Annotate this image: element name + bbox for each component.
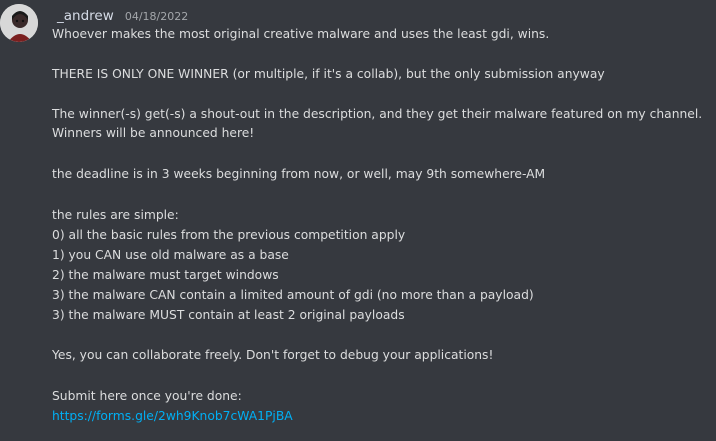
message-line: The winner(-s) get(-s) a shout-out in th… bbox=[52, 107, 703, 121]
form-link[interactable]: https://forms.gle/2wh9Knob7cWA1PjBA bbox=[52, 408, 293, 424]
message-header: _andrew 04/18/2022 bbox=[57, 5, 188, 24]
message-line: THERE IS ONLY ONE WINNER (or multiple, i… bbox=[52, 67, 605, 81]
message-line: 3) the malware CAN contain a limited amo… bbox=[52, 288, 534, 302]
message-line: Yes, you can collaborate freely. Don't f… bbox=[52, 348, 494, 362]
avatar[interactable] bbox=[0, 4, 38, 42]
chat-message: _andrew 04/18/2022 Whoever makes the mos… bbox=[0, 0, 716, 441]
message-line: 0) all the basic rules from the previous… bbox=[52, 228, 406, 242]
message-line: Whoever makes the most original creative… bbox=[52, 27, 550, 41]
message-line: Submit here once you're done: bbox=[52, 389, 242, 403]
message-line: Winners will be announced here! bbox=[52, 126, 255, 140]
username[interactable]: _andrew bbox=[57, 8, 114, 24]
message-line: 3) the malware MUST contain at least 2 o… bbox=[52, 308, 405, 322]
user-avatar-icon bbox=[0, 4, 38, 42]
message-line: the deadline is in 3 weeks beginning fro… bbox=[52, 167, 546, 181]
message-line: the rules are simple: bbox=[52, 208, 179, 222]
message-timestamp: 04/18/2022 bbox=[124, 10, 189, 23]
message-line: 1) you CAN use old malware as a base bbox=[52, 248, 289, 262]
message-line: 2) the malware must target windows bbox=[52, 268, 279, 282]
